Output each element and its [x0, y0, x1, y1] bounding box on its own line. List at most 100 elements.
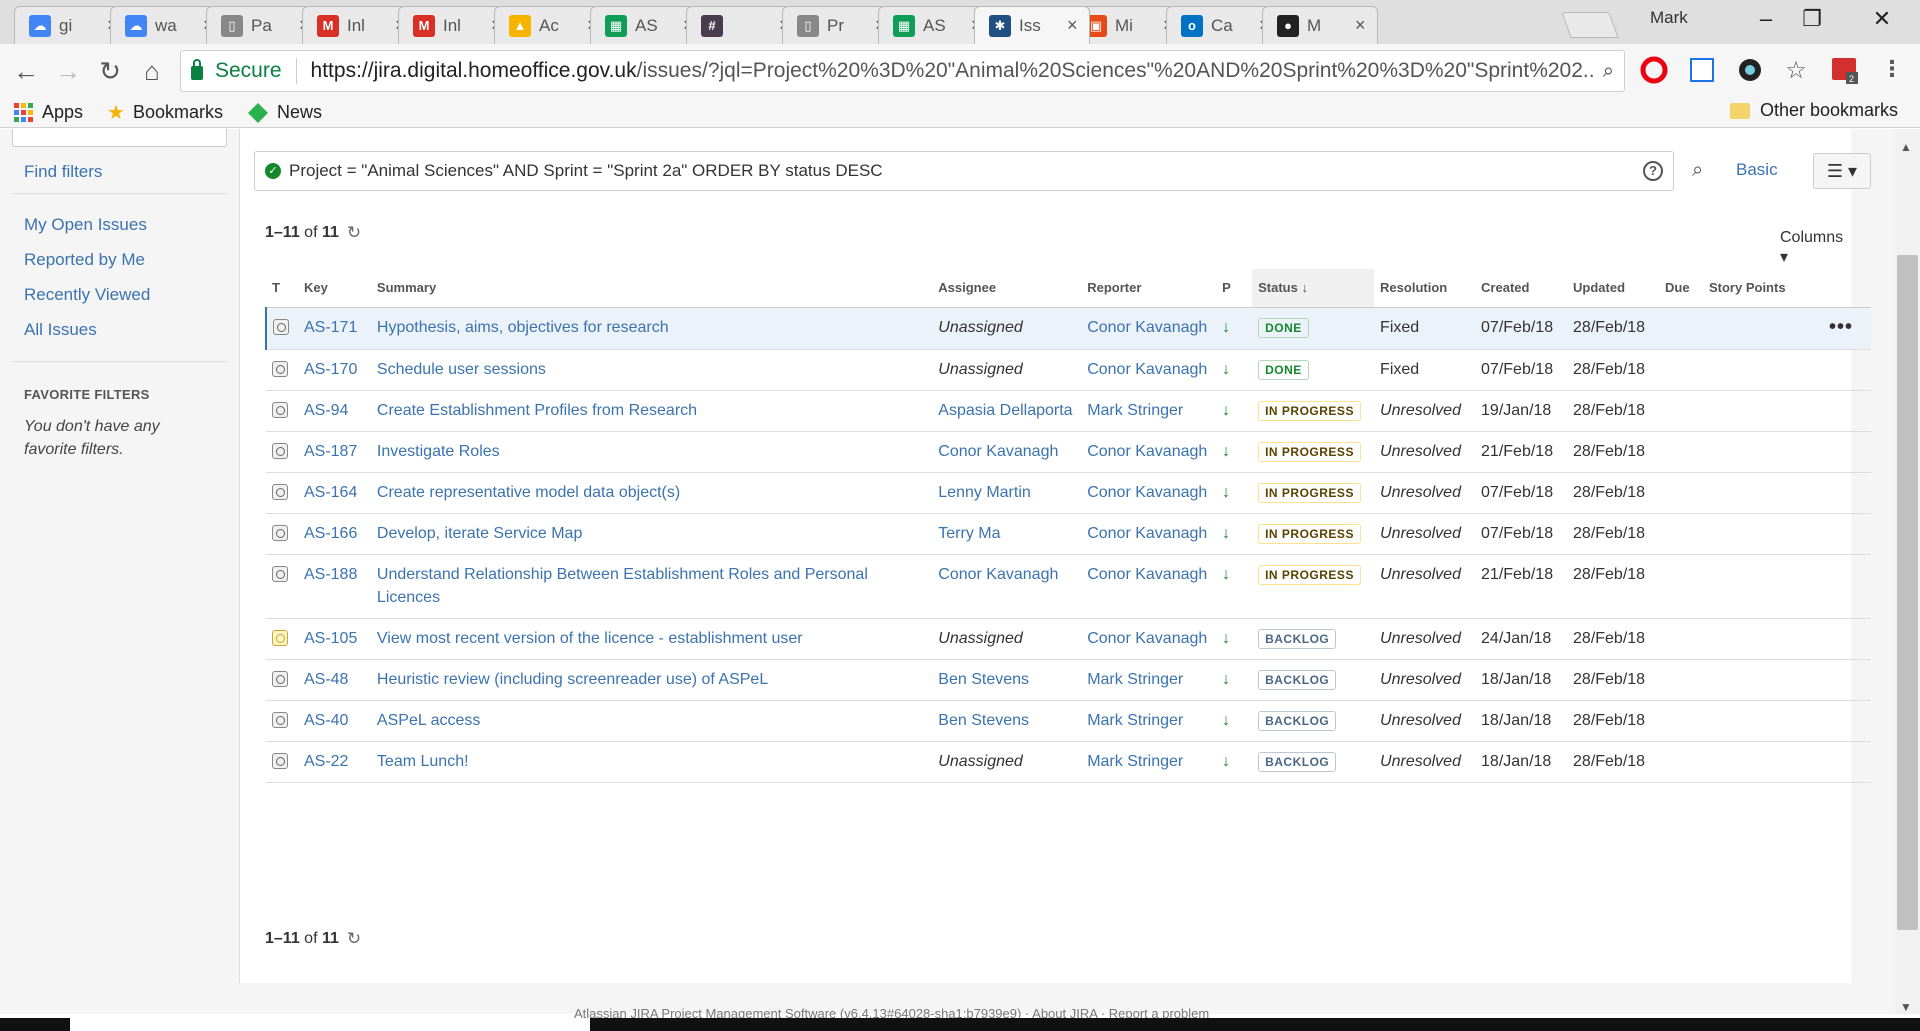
calendar-extension-icon[interactable]: 2 — [1830, 56, 1858, 84]
browser-tab[interactable]: ✱ Iss × — [974, 6, 1090, 44]
issue-key-link[interactable]: AS-40 — [304, 712, 348, 729]
table-row[interactable]: AS-170 Schedule user sessions Unassigned Co… — [266, 349, 1871, 391]
reload-icon[interactable]: ↻ — [92, 54, 128, 88]
col-resolution[interactable]: Resolution — [1374, 269, 1476, 308]
table-row[interactable]: AS-187 Investigate Roles Conor Kavanagh Con… — [266, 431, 1871, 473]
browser-tab[interactable]: ● M × — [1262, 6, 1378, 44]
issue-key-link[interactable]: AS-105 — [304, 630, 357, 647]
issue-summary-link[interactable]: Heuristic review (including screenreader… — [377, 671, 768, 688]
opera-extension-icon[interactable] — [1640, 56, 1668, 84]
col-type[interactable]: T — [266, 269, 298, 308]
bookmark-apps[interactable]: Apps — [14, 102, 83, 123]
issue-key-link[interactable]: AS-94 — [304, 402, 348, 419]
table-row[interactable]: AS-22 Team Lunch! Unassigned Mark Stringer ↓… — [266, 741, 1871, 783]
col-story-points[interactable]: Story Points — [1702, 269, 1823, 308]
issue-key-link[interactable]: AS-188 — [304, 566, 357, 583]
scroll-up-icon[interactable]: ▲ — [1900, 140, 1912, 154]
assignee[interactable]: Ben Stevens — [938, 712, 1029, 729]
back-icon[interactable]: ← — [8, 54, 44, 88]
find-filters-link[interactable]: Find filters — [24, 162, 102, 182]
col-key[interactable]: Key — [297, 269, 371, 308]
sidebar-item-my-open-issues[interactable]: My Open Issues — [24, 215, 147, 235]
chrome-menu-icon[interactable]: ⋮ — [1878, 56, 1906, 84]
table-row[interactable]: AS-166 Develop, iterate Service Map Terry … — [266, 513, 1871, 555]
col-updated[interactable]: Updated — [1567, 269, 1659, 308]
url-text[interactable]: https://jira.digital.homeoffice.gov.uk/i… — [311, 59, 1595, 83]
reporter[interactable]: Conor Kavanagh — [1087, 319, 1207, 336]
more-actions-icon[interactable]: ••• — [1829, 316, 1853, 338]
jql-text[interactable]: Project = "Animal Sciences" AND Sprint =… — [289, 161, 1643, 181]
refresh-icon[interactable]: ↻ — [347, 223, 361, 243]
reporter[interactable]: Mark Stringer — [1087, 671, 1183, 688]
col-summary[interactable]: Summary — [370, 269, 933, 308]
restore-icon[interactable]: ❐ — [1792, 6, 1832, 32]
table-row[interactable]: AS-94 Create Establishment Profiles from … — [266, 390, 1871, 432]
table-row[interactable]: AS-171 Hypothesis, aims, objectives for r… — [265, 307, 1871, 350]
issue-key-link[interactable]: AS-22 — [304, 753, 348, 770]
issue-summary-link[interactable]: Understand Relationship Between Establis… — [377, 566, 868, 606]
search-icon[interactable]: ⌕ — [1692, 159, 1703, 182]
col-status[interactable]: Status ↓ — [1252, 269, 1375, 308]
bookmark-news[interactable]: News — [247, 102, 322, 124]
bookmark-star-icon[interactable]: ☆ — [1782, 56, 1810, 84]
reporter[interactable]: Conor Kavanagh — [1087, 525, 1207, 542]
issue-summary-link[interactable]: Hypothesis, aims, objectives for researc… — [377, 319, 669, 336]
issue-key-link[interactable]: AS-187 — [304, 443, 357, 460]
issue-summary-link[interactable]: ASPeL access — [377, 712, 480, 729]
issue-key-link[interactable]: AS-166 — [304, 525, 357, 542]
new-tab-button[interactable] — [1561, 12, 1619, 38]
table-row[interactable]: AS-164 Create representative model data o… — [266, 472, 1871, 514]
issue-summary-link[interactable]: Investigate Roles — [377, 443, 500, 460]
reporter[interactable]: Mark Stringer — [1087, 753, 1183, 770]
issue-summary-link[interactable]: Create Establishment Profiles from Resea… — [377, 402, 697, 419]
assignee[interactable]: Terry Ma — [938, 525, 1000, 542]
reporter[interactable]: Conor Kavanagh — [1087, 484, 1207, 501]
table-row[interactable]: AS-188 Understand Relationship Between Es… — [266, 554, 1871, 619]
sidebar-item-reported-by-me[interactable]: Reported by Me — [24, 250, 145, 270]
reporter[interactable]: Conor Kavanagh — [1087, 361, 1207, 378]
col-reporter[interactable]: Reporter — [1081, 269, 1217, 308]
issue-summary-link[interactable]: Schedule user sessions — [377, 361, 546, 378]
scrollbar-thumb[interactable] — [1897, 255, 1918, 930]
col-due[interactable]: Due — [1659, 269, 1703, 308]
reporter[interactable]: Mark Stringer — [1087, 712, 1183, 729]
scroll-down-icon[interactable]: ▼ — [1900, 1000, 1912, 1014]
bookmark-bookmarks[interactable]: ★ Bookmarks — [107, 100, 223, 125]
assignee[interactable]: Lenny Martin — [938, 484, 1031, 501]
table-row[interactable]: AS-105 View most recent version of the li… — [266, 618, 1871, 660]
view-options-button[interactable]: ☰ ▾ — [1813, 153, 1871, 189]
issue-key-link[interactable]: AS-171 — [304, 319, 357, 336]
basic-search-link[interactable]: Basic — [1736, 160, 1778, 180]
issue-summary-link[interactable]: Develop, iterate Service Map — [377, 525, 582, 542]
close-window-icon[interactable]: ✕ — [1862, 6, 1902, 32]
filter-search-box[interactable] — [12, 129, 227, 147]
table-row[interactable]: AS-40 ASPeL access Ben Stevens Mark Stringe… — [266, 700, 1871, 742]
columns-button[interactable]: Columns ▾ — [1780, 229, 1851, 267]
close-tab-icon[interactable]: × — [1355, 15, 1369, 36]
issue-key-link[interactable]: AS-170 — [304, 361, 357, 378]
col-created[interactable]: Created — [1475, 269, 1568, 308]
assignee[interactable]: Conor Kavanagh — [938, 566, 1058, 583]
issue-key-link[interactable]: AS-48 — [304, 671, 348, 688]
minimize-icon[interactable]: – — [1746, 6, 1786, 32]
refresh-icon[interactable]: ↻ — [347, 929, 361, 949]
jql-search-field[interactable]: ✓ Project = "Animal Sciences" AND Sprint… — [254, 151, 1674, 191]
profile-name[interactable]: Mark — [1650, 8, 1688, 28]
other-bookmarks[interactable]: Other bookmarks — [1729, 100, 1898, 121]
assignee[interactable]: Aspasia Dellaporta — [938, 402, 1072, 419]
square-extension-icon[interactable] — [1688, 56, 1716, 84]
address-bar[interactable]: Secure https://jira.digital.homeoffice.g… — [180, 50, 1625, 92]
reporter[interactable]: Conor Kavanagh — [1087, 630, 1207, 647]
color-extension-icon[interactable] — [1736, 56, 1764, 84]
forward-icon[interactable]: → — [50, 54, 86, 88]
home-icon[interactable]: ⌂ — [134, 54, 170, 88]
search-engine-icon[interactable]: ⌕ — [1603, 60, 1614, 83]
assignee[interactable]: Ben Stevens — [938, 671, 1029, 688]
sidebar-item-recently-viewed[interactable]: Recently Viewed — [24, 285, 150, 305]
issue-summary-link[interactable]: View most recent version of the licence … — [377, 630, 803, 647]
help-icon[interactable]: ? — [1643, 161, 1663, 181]
reporter[interactable]: Conor Kavanagh — [1087, 443, 1207, 460]
issue-summary-link[interactable]: Team Lunch! — [377, 753, 469, 770]
table-row[interactable]: AS-48 Heuristic review (including screenr… — [266, 659, 1871, 701]
assignee[interactable]: Conor Kavanagh — [938, 443, 1058, 460]
